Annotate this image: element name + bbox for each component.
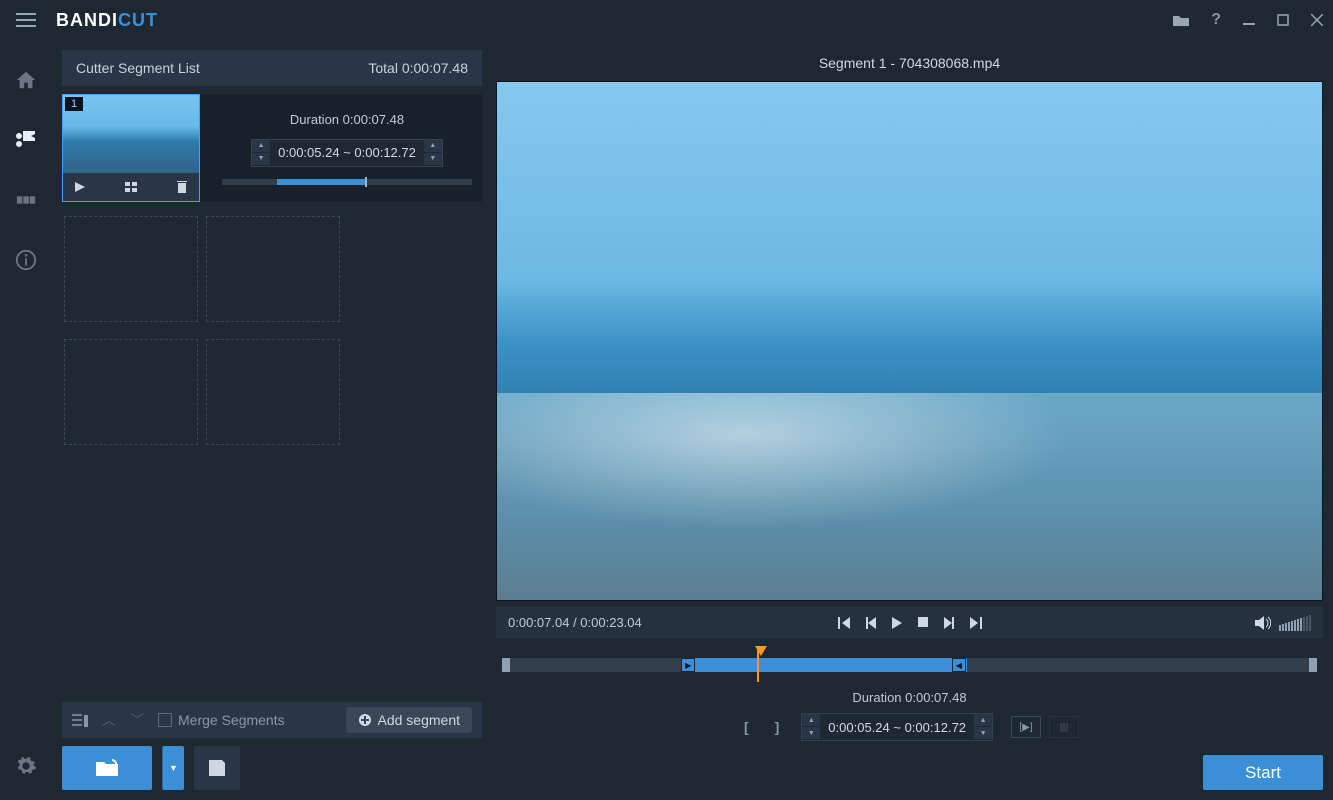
preview-end-spinner[interactable]: ▲▼ bbox=[974, 714, 992, 740]
set-in-button[interactable]: [ bbox=[740, 717, 753, 737]
step-back-icon[interactable] bbox=[866, 617, 876, 629]
preview-duration-label: Duration 0:00:07.48 bbox=[852, 690, 966, 705]
open-file-dropdown[interactable]: ▼ bbox=[162, 746, 184, 790]
segment-list-footer: ︿ ﹀ Merge Segments Add segment bbox=[62, 702, 482, 738]
open-folder-icon[interactable] bbox=[1173, 14, 1189, 26]
seek-playhead[interactable] bbox=[755, 646, 767, 658]
segment-panel: Cutter Segment List Total 0:00:07.48 1 D… bbox=[52, 40, 490, 800]
stop-icon[interactable] bbox=[918, 617, 928, 629]
thumbnail-image: 1 bbox=[63, 95, 199, 173]
empty-slot bbox=[206, 339, 340, 445]
play-all-button[interactable]: ▥ bbox=[1049, 716, 1079, 738]
preview-title: Segment 1 - 704308068.mp4 bbox=[496, 50, 1323, 75]
preview-start-spinner[interactable]: ▲▼ bbox=[802, 714, 820, 740]
start-button[interactable]: Start bbox=[1203, 755, 1323, 790]
preview-time-editor: ▲▼ 0:00:05.24 ~ 0:00:12.72 ▲▼ bbox=[801, 713, 993, 741]
video-preview[interactable] bbox=[496, 81, 1323, 601]
play-segment-button[interactable]: [▶] bbox=[1011, 716, 1041, 738]
maximize-icon[interactable] bbox=[1277, 14, 1289, 26]
end-time-spinner[interactable]: ▲▼ bbox=[424, 140, 442, 166]
seek-out-handle[interactable]: ◀ bbox=[952, 658, 966, 672]
segment-index-badge: 1 bbox=[65, 97, 83, 111]
seek-start-marker[interactable] bbox=[502, 658, 510, 672]
set-out-button[interactable]: ] bbox=[771, 717, 784, 737]
segment-time-editor: ▲▼ 0:00:05.24 ~ 0:00:12.72 ▲▼ bbox=[251, 139, 443, 167]
settings-icon[interactable] bbox=[12, 752, 40, 780]
segment-duration-label: Duration 0:00:07.48 bbox=[290, 112, 404, 127]
playback-time: 0:00:07.04 / 0:00:23.04 bbox=[508, 615, 642, 630]
empty-segment-slots bbox=[62, 210, 482, 694]
play-icon[interactable] bbox=[892, 617, 902, 629]
thumb-grid-icon[interactable] bbox=[122, 178, 140, 196]
add-segment-label: Add segment bbox=[378, 712, 461, 728]
seek-bar[interactable]: ▶ ◀ bbox=[502, 658, 1317, 672]
prev-frame-icon[interactable] bbox=[838, 617, 850, 629]
thumb-delete-icon[interactable] bbox=[173, 178, 191, 196]
logo-text-b: CUT bbox=[118, 10, 158, 31]
segment-time-range[interactable]: 0:00:05.24 ~ 0:00:12.72 bbox=[270, 141, 424, 164]
segment-total-label: Total 0:00:07.48 bbox=[368, 60, 468, 76]
left-rail bbox=[0, 40, 52, 800]
list-menu-icon[interactable] bbox=[72, 713, 88, 727]
playback-bar: 0:00:07.04 / 0:00:23.04 bbox=[496, 607, 1323, 638]
empty-slot bbox=[206, 216, 340, 322]
info-icon[interactable] bbox=[12, 246, 40, 274]
logo-text-a: BANDI bbox=[56, 10, 118, 31]
open-file-button[interactable] bbox=[62, 746, 152, 790]
segment-row: 1 Duration 0:00:07.48 ▲▼ 0:00:05.24 ~ 0:… bbox=[62, 94, 482, 202]
preview-time-range[interactable]: 0:00:05.24 ~ 0:00:12.72 bbox=[820, 716, 974, 739]
seek-end-marker[interactable] bbox=[1309, 658, 1317, 672]
move-up-icon[interactable]: ︿ bbox=[102, 710, 116, 730]
segment-mini-timeline[interactable] bbox=[222, 179, 472, 185]
next-frame-icon[interactable] bbox=[970, 617, 982, 629]
close-icon[interactable] bbox=[1311, 14, 1323, 26]
segment-thumbnail[interactable]: 1 bbox=[62, 94, 200, 202]
file-actions: ▼ bbox=[62, 746, 482, 790]
volume-icon[interactable] bbox=[1255, 616, 1271, 630]
step-forward-icon[interactable] bbox=[944, 617, 954, 629]
move-down-icon[interactable]: ﹀ bbox=[130, 710, 144, 730]
home-icon[interactable] bbox=[12, 66, 40, 94]
help-icon[interactable]: ? bbox=[1211, 11, 1221, 29]
empty-slot bbox=[64, 216, 198, 322]
thumb-play-icon[interactable] bbox=[71, 178, 89, 196]
empty-slot bbox=[64, 339, 198, 445]
minimize-icon[interactable] bbox=[1243, 14, 1255, 26]
titlebar: BANDICUT ? bbox=[0, 0, 1333, 40]
join-icon[interactable] bbox=[12, 186, 40, 214]
menu-button[interactable] bbox=[0, 0, 52, 40]
merge-checkbox[interactable]: Merge Segments bbox=[158, 712, 285, 728]
seek-in-handle[interactable]: ▶ bbox=[681, 658, 695, 672]
preview-panel: Segment 1 - 704308068.mp4 0:00:07.04 / 0… bbox=[490, 40, 1333, 800]
seek-selection bbox=[681, 658, 966, 672]
start-time-spinner[interactable]: ▲▼ bbox=[252, 140, 270, 166]
add-segment-button[interactable]: Add segment bbox=[346, 707, 473, 733]
save-button[interactable] bbox=[194, 746, 240, 790]
segment-panel-header: Cutter Segment List Total 0:00:07.48 bbox=[62, 50, 482, 86]
app-logo: BANDICUT bbox=[56, 10, 158, 31]
segment-list-title: Cutter Segment List bbox=[76, 60, 200, 76]
volume-slider[interactable] bbox=[1279, 615, 1311, 631]
cut-icon[interactable] bbox=[12, 126, 40, 154]
